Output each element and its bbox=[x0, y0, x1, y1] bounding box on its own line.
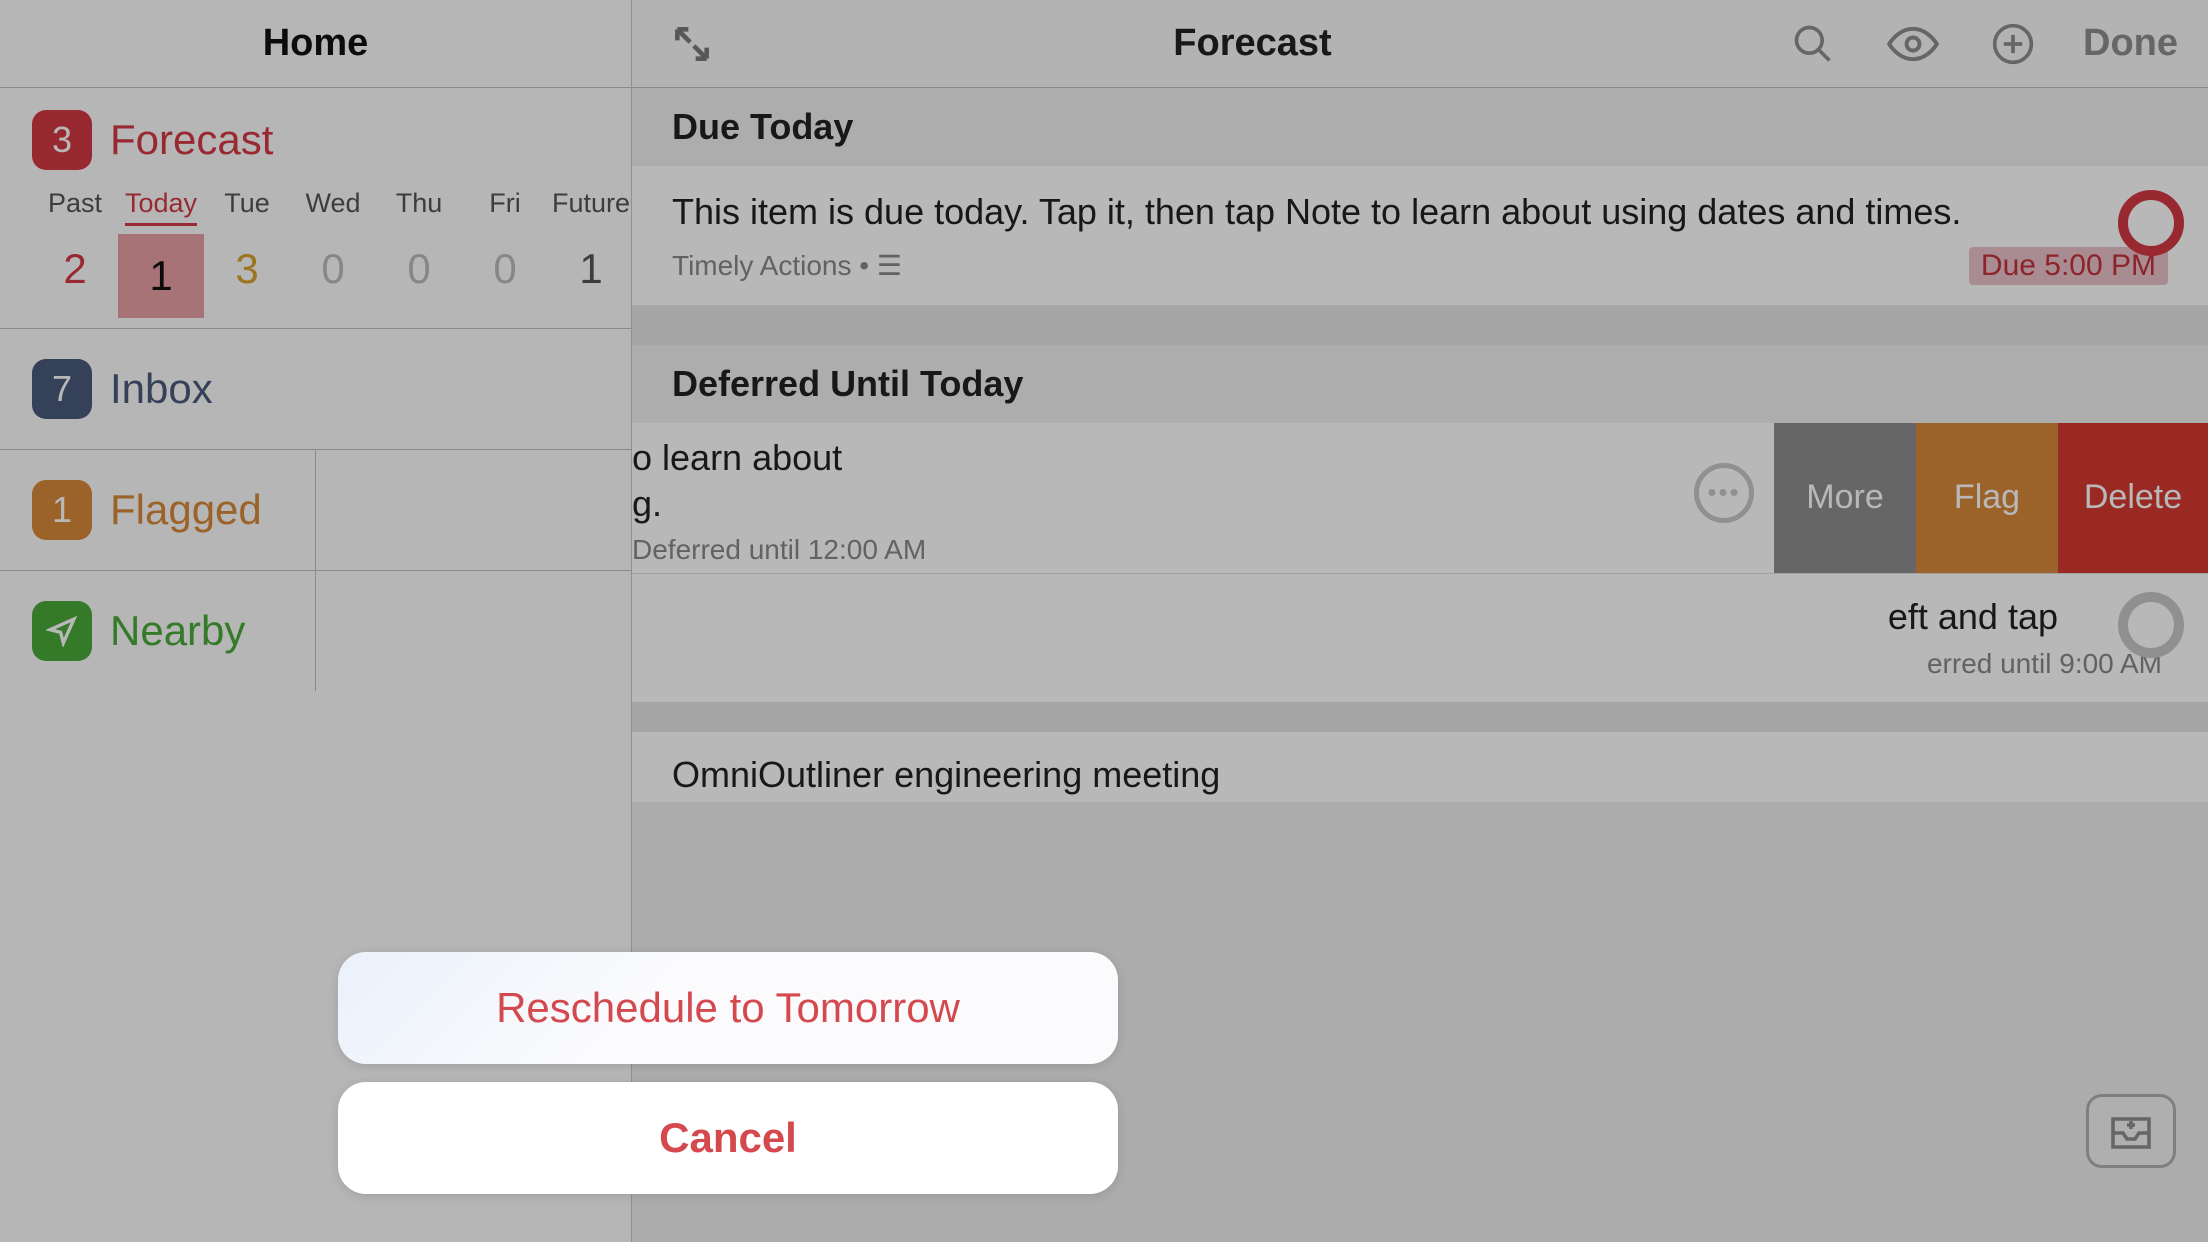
reschedule-tomorrow-button[interactable]: Reschedule to Tomorrow bbox=[338, 952, 1118, 1064]
cancel-button[interactable]: Cancel bbox=[338, 1082, 1118, 1194]
action-sheet: Reschedule to Tomorrow Cancel bbox=[338, 952, 1118, 1212]
